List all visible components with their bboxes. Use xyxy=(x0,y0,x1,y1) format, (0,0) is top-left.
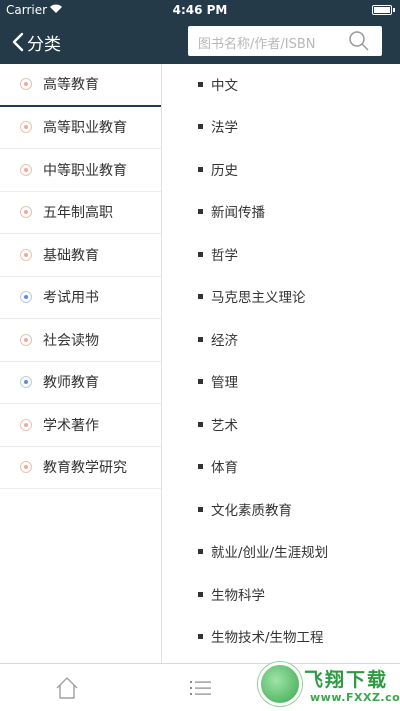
category-dot-icon xyxy=(20,248,32,261)
category-dot-icon xyxy=(20,78,32,91)
subcategory-label: 生物科学 xyxy=(211,588,265,604)
pencil-icon xyxy=(20,291,32,304)
category-item[interactable]: 五年制高职 xyxy=(0,192,161,234)
category-item[interactable]: 中等职业教育 xyxy=(0,149,161,192)
subcategory-label: 体育 xyxy=(211,460,238,476)
category-item[interactable]: 教师教育 xyxy=(0,362,161,404)
tab-list[interactable] xyxy=(186,673,216,703)
subcategory-item[interactable]: 生物科学 xyxy=(163,584,400,604)
subcategory-label: 法学 xyxy=(211,120,238,136)
subcategory-item[interactable]: 艺术 xyxy=(163,414,400,434)
search-input[interactable]: 图书名称/作者/ISBN xyxy=(188,26,382,56)
subcategory-item[interactable]: 历史 xyxy=(163,159,400,179)
category-label: 社会读物 xyxy=(43,332,99,349)
category-item[interactable]: 高等教育 xyxy=(0,64,161,107)
subcategory-item[interactable]: 法学 xyxy=(163,116,400,136)
category-dot-icon xyxy=(20,461,32,474)
battery-icon xyxy=(372,5,395,15)
category-item[interactable]: 基础教育 xyxy=(0,234,161,277)
subcategory-label: 生物技术/生物工程 xyxy=(211,630,324,646)
subcategory-item[interactable]: 就业/创业/生涯规划 xyxy=(163,541,400,561)
category-item[interactable]: 高等职业教育 xyxy=(0,107,161,149)
subcategory-label: 管理 xyxy=(211,375,238,391)
bullet-icon xyxy=(198,422,203,427)
subcategory-item[interactable]: 体育 xyxy=(163,456,400,476)
category-item[interactable]: 教育教学研究 xyxy=(0,447,161,489)
category-dot-icon xyxy=(20,163,32,176)
search-placeholder: 图书名称/作者/ISBN xyxy=(198,37,316,52)
nav-bar: 分类 图书名称/作者/ISBN xyxy=(0,20,400,64)
category-list: 高等教育 高等职业教育 中等职业教育 五年制高职 基础教育 考试用书 社会读物 … xyxy=(0,64,162,663)
category-item[interactable]: 社会读物 xyxy=(0,319,161,362)
category-label: 中等职业教育 xyxy=(43,162,127,179)
category-dot-icon xyxy=(20,121,32,134)
subcategory-label: 中文 xyxy=(211,78,238,94)
category-label: 学术著作 xyxy=(43,417,99,434)
chevron-left-icon xyxy=(12,32,24,52)
subcategory-item[interactable]: 经济 xyxy=(163,329,400,349)
list-icon xyxy=(190,681,211,695)
category-dot-icon xyxy=(20,376,32,389)
category-label: 基础教育 xyxy=(43,247,99,264)
subcategory-list: 中文 法学 历史 新闻传播 哲学 马克思主义理论 经济 管理 艺术 体育 文化素… xyxy=(163,64,400,663)
bullet-icon xyxy=(198,167,203,172)
category-label: 高等职业教育 xyxy=(43,120,127,137)
bullet-icon xyxy=(198,464,203,469)
back-button[interactable]: 分类 xyxy=(12,28,61,56)
search-icon[interactable] xyxy=(348,30,370,56)
category-dot-icon xyxy=(20,418,32,431)
subcategory-label: 经济 xyxy=(211,333,238,349)
bullet-icon xyxy=(198,634,203,639)
category-dot-icon xyxy=(20,206,32,219)
category-label: 教师教育 xyxy=(43,375,99,392)
subcategory-item[interactable]: 中文 xyxy=(163,74,400,94)
subcategory-item[interactable]: 马克思主义理论 xyxy=(163,286,400,306)
status-time: 4:46 PM xyxy=(172,3,228,17)
subcategory-label: 艺术 xyxy=(211,418,238,434)
home-icon xyxy=(56,677,78,699)
subcategory-item[interactable]: 管理 xyxy=(163,371,400,391)
bullet-icon xyxy=(198,592,203,597)
category-label: 教育教学研究 xyxy=(43,460,127,477)
category-item[interactable]: 考试用书 xyxy=(0,277,161,319)
back-label: 分类 xyxy=(27,34,61,55)
category-label: 五年制高职 xyxy=(43,205,113,222)
subcategory-label: 哲学 xyxy=(211,248,238,264)
watermark-title: 飞翔下载 xyxy=(304,669,389,691)
subcategory-label: 马克思主义理论 xyxy=(211,290,306,306)
category-item[interactable]: 学术著作 xyxy=(0,404,161,447)
category-label: 高等教育 xyxy=(43,77,99,94)
category-label: 考试用书 xyxy=(43,290,99,307)
bullet-icon xyxy=(198,337,203,342)
bullet-icon xyxy=(198,507,203,512)
subcategory-label: 历史 xyxy=(211,163,238,179)
bullet-icon xyxy=(198,294,203,299)
bullet-icon xyxy=(198,252,203,257)
bullet-icon xyxy=(198,549,203,554)
bullet-icon xyxy=(198,379,203,384)
subcategory-label: 新闻传播 xyxy=(211,205,265,221)
status-bar: Carrier 4:46 PM xyxy=(0,0,400,20)
subcategory-item[interactable]: 新闻传播 xyxy=(163,201,400,221)
tab-home[interactable] xyxy=(52,673,82,703)
watermark-url: www.FXXZ.com xyxy=(310,691,400,704)
subcategory-item[interactable]: 生物技术/生物工程 xyxy=(163,626,400,646)
bullet-icon xyxy=(198,124,203,129)
subcategory-label: 就业/创业/生涯规划 xyxy=(211,545,329,561)
bullet-icon xyxy=(198,82,203,87)
subcategory-label: 文化素质教育 xyxy=(211,503,292,519)
watermark-logo: 飞翔下载 www.FXXZ.com xyxy=(258,660,400,711)
subcategory-item[interactable]: 文化素质教育 xyxy=(163,499,400,519)
category-dot-icon xyxy=(20,333,32,346)
subcategory-item[interactable]: 哲学 xyxy=(163,244,400,264)
watermark-emblem-icon xyxy=(258,662,302,706)
bullet-icon xyxy=(198,209,203,214)
